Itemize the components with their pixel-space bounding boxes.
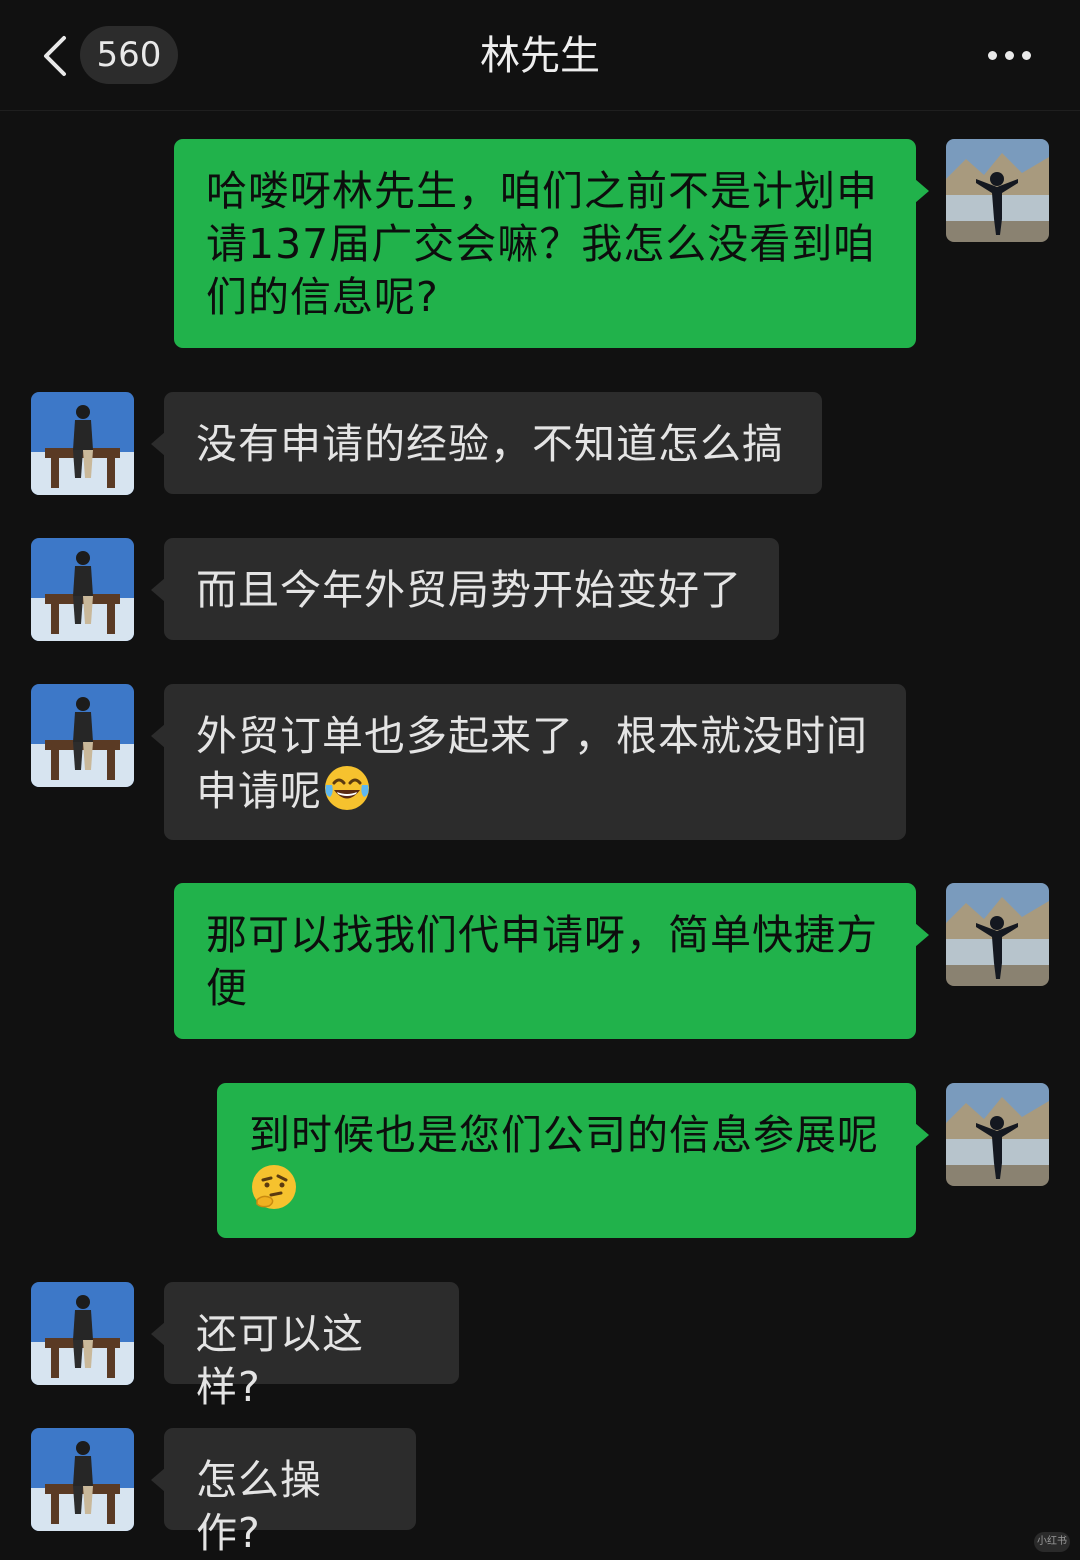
outgoing-message-bubble[interactable]: 那可以找我们代申请呀，简单快捷方便 — [174, 883, 929, 1039]
chat-header: 560 林先生 — [0, 0, 1080, 111]
outgoing-message-bubble[interactable]: 哈喽呀林先生，咱们之前不是计划申请137届广交会嘛？我怎么没看到咱们的信息呢? — [174, 139, 929, 348]
contact-avatar[interactable] — [31, 392, 134, 495]
thinking-face-emoji-icon — [249, 1162, 299, 1212]
message-text: 而且今年外贸局势开始变好了 — [196, 566, 742, 614]
unread-count-badge[interactable]: 560 — [80, 26, 178, 84]
message-text: 到时候也是您们公司的信息参展呢 — [249, 1111, 879, 1159]
contact-avatar[interactable] — [31, 1282, 134, 1385]
message-text: 怎么操作? — [196, 1456, 322, 1557]
tears-of-joy-emoji-icon — [322, 763, 372, 813]
my-avatar[interactable] — [946, 1083, 1049, 1186]
incoming-message-bubble[interactable]: 没有申请的经验，不知道怎么搞 — [151, 392, 822, 494]
more-options-icon[interactable] — [980, 36, 1040, 76]
watermark: 小红书 — [1034, 1532, 1070, 1552]
contact-avatar[interactable] — [31, 684, 134, 787]
message-text: 没有申请的经验，不知道怎么搞 — [196, 420, 784, 468]
message-text: 那可以找我们代申请呀，简单快捷方便 — [206, 911, 878, 1012]
back-arrow-icon[interactable] — [38, 34, 78, 78]
incoming-message-bubble[interactable]: 而且今年外贸局势开始变好了 — [151, 538, 779, 640]
my-avatar[interactable] — [946, 883, 1049, 986]
chat-title: 林先生 — [480, 33, 600, 79]
contact-avatar[interactable] — [31, 538, 134, 641]
message-text: 哈喽呀林先生，咱们之前不是计划申请137届广交会嘛？我怎么没看到咱们的信息呢? — [206, 167, 878, 321]
outgoing-message-bubble[interactable]: 到时候也是您们公司的信息参展呢 — [217, 1083, 929, 1238]
incoming-message-bubble[interactable]: 外贸订单也多起来了，根本就没时间申请呢 — [151, 684, 906, 840]
my-avatar[interactable] — [946, 139, 1049, 242]
message-text: 还可以这样? — [196, 1310, 364, 1411]
incoming-message-bubble[interactable]: 怎么操作? — [151, 1428, 416, 1557]
contact-avatar[interactable] — [31, 1428, 134, 1531]
incoming-message-bubble[interactable]: 还可以这样? — [151, 1282, 459, 1411]
message-text: 外贸订单也多起来了，根本就没时间申请呢 — [196, 712, 868, 815]
